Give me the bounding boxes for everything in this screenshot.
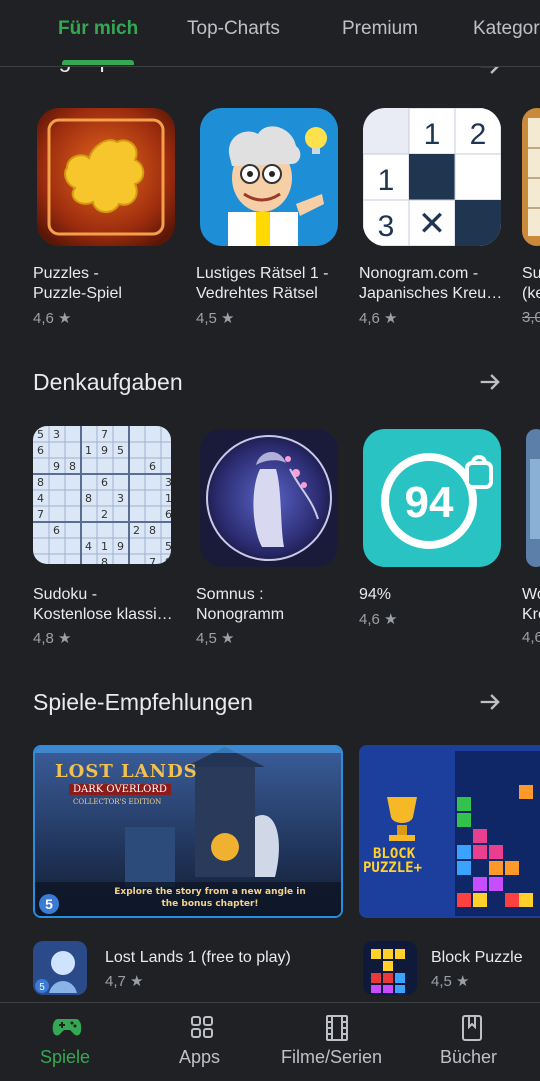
svg-text:9: 9 [53, 460, 60, 473]
app-name-somnus: Somnus : Nonogramm [196, 586, 285, 623]
lost-lands-banner-title: LOST LANDS [55, 761, 198, 782]
app-icon-partial-sudoku[interactable] [522, 108, 540, 246]
feature-card-lost-lands[interactable]: LOST LANDS DARK OVERLORD COLLECTOR'S EDI… [33, 745, 343, 918]
app-rating-sudoku: 4,8 ★ [33, 630, 72, 647]
app-rating-lost-lands: 4,7 ★ [105, 973, 144, 990]
app-name-partial-wo: Wo Kre [522, 586, 540, 623]
top-tab-bar: Für mich Top-Charts Premium Kategorien [0, 0, 540, 67]
tab-fuer-mich[interactable]: Für mich [58, 18, 138, 40]
nav-label-filme-serien: Filme/Serien [281, 1047, 383, 1067]
app-icon-puzzles[interactable] [37, 108, 175, 246]
svg-text:7: 7 [149, 556, 156, 564]
svg-text:5: 5 [117, 444, 124, 457]
nonogram-top-clue-1: 1 [424, 118, 441, 151]
svg-text:8: 8 [149, 524, 156, 537]
nonogram-side-clue-2: 3 [378, 210, 395, 243]
svg-text:4: 4 [85, 540, 92, 553]
active-tab-indicator [62, 60, 134, 65]
svg-text:7: 7 [37, 508, 44, 521]
svg-text:8: 8 [85, 492, 92, 505]
svg-text:7: 7 [101, 428, 108, 441]
block-puzzle-banner-subtitle: PUZZLE+ [363, 860, 423, 876]
lost-lands-small-badge: 5 [39, 982, 45, 993]
app-icon-lustiges-raetsel[interactable] [200, 108, 338, 246]
app-icon-somnus[interactable] [200, 429, 338, 567]
nonogram-top-clue-2: 2 [470, 118, 487, 151]
svg-text:6: 6 [149, 460, 156, 473]
arrow-right-icon[interactable] [476, 368, 504, 396]
section-title-denkaufgaben: Denkaufgaben [33, 369, 183, 395]
app-rating-puzzles: 4,6 ★ [33, 310, 72, 327]
app-icon-block-puzzle-small[interactable] [363, 941, 417, 995]
arrow-right-icon[interactable] [476, 688, 504, 716]
app-name-partial: Su (ke [522, 265, 540, 302]
lost-lands-banner-edition: COLLECTOR'S EDITION [73, 798, 162, 806]
nav-item-apps[interactable]: Apps [135, 1003, 270, 1081]
svg-text:8: 8 [69, 460, 76, 473]
app-name-lost-lands: Lost Lands 1 (free to play) [105, 949, 291, 966]
svg-text:1: 1 [101, 540, 108, 553]
svg-text:3: 3 [165, 476, 171, 489]
svg-text:6: 6 [37, 444, 44, 457]
section-title-spiele-empfehlungen: Spiele-Empfehlungen [33, 689, 253, 715]
nav-item-buecher[interactable]: Bücher [405, 1003, 540, 1081]
tab-kategorien[interactable]: Kategorien [473, 18, 540, 40]
app-name-lustiges-raetsel: Lustiges Rätsel 1 - Vedrehtes Rätsel [196, 265, 329, 302]
app-icon-lost-lands-small[interactable]: 5 [33, 941, 87, 995]
ninety-four-number: 94 [405, 478, 454, 527]
app-name-94-percent: 94% [359, 586, 392, 603]
apps-grid-icon [191, 1016, 213, 1038]
app-rating-somnus: 4,5 ★ [196, 630, 235, 647]
film-icon [326, 1015, 348, 1041]
tab-top-charts[interactable]: Top-Charts [187, 18, 280, 40]
svg-text:3: 3 [53, 428, 60, 441]
gamepad-icon [52, 1019, 82, 1036]
lost-lands-banner-caption: Explore the story from a new angle in th… [114, 887, 306, 909]
feature-card-block-puzzle[interactable]: BLOCK PUZZLE+ [359, 745, 540, 918]
app-icon-94-percent[interactable]: 94 [363, 429, 501, 567]
svg-text:1: 1 [85, 444, 92, 457]
app-name-nonogram: Nonogram.com - Japanisches Kreu… [359, 265, 503, 302]
tab-premium[interactable]: Premium [342, 18, 418, 40]
app-rating-94-percent: 4,6 ★ [359, 611, 398, 628]
bottom-navigation: Spiele Apps Filme/Serien Bücher [0, 1002, 540, 1081]
lost-lands-badge: 5 [39, 894, 59, 914]
app-name-block-puzzle: Block Puzzle [431, 949, 523, 966]
app-rating-partial-wo: 4,6 [522, 629, 540, 646]
svg-text:4: 4 [37, 492, 44, 505]
app-icon-partial-wo[interactable] [526, 429, 540, 567]
nav-item-filme-serien[interactable]: Filme/Serien [270, 1003, 405, 1081]
svg-text:9: 9 [117, 540, 124, 553]
svg-text:3: 3 [117, 492, 124, 505]
app-icon-sudoku[interactable]: 537 6195 986 863 4831 726 628 4195 879 [33, 426, 171, 564]
nav-label-buecher: Bücher [440, 1047, 498, 1067]
svg-text:8: 8 [37, 476, 44, 489]
app-rating-partial: 3,0 [522, 309, 540, 326]
svg-text:2: 2 [101, 508, 108, 521]
svg-text:6: 6 [101, 476, 108, 489]
app-rating-block-puzzle: 4,5 ★ [431, 973, 470, 990]
app-name-sudoku: Sudoku - Kostenlose klassi… [33, 586, 173, 623]
app-rating-nonogram: 4,6 ★ [359, 310, 398, 327]
nav-label-spiele: Spiele [40, 1047, 91, 1067]
svg-text:6: 6 [53, 524, 60, 537]
lost-lands-banner-subtitle: DARK OVERLORD [69, 784, 171, 795]
app-icon-nonogram[interactable]: 1 2 1 3 ✕ [363, 108, 501, 246]
nav-label-apps: Apps [179, 1047, 221, 1067]
nav-item-spiele[interactable]: Spiele [0, 1003, 135, 1081]
app-rating-lustiges-raetsel: 4,5 ★ [196, 310, 235, 327]
svg-text:5: 5 [165, 540, 171, 553]
nonogram-cross-mark: ✕ [418, 204, 447, 244]
svg-text:6: 6 [165, 508, 171, 521]
svg-text:9: 9 [165, 556, 171, 564]
book-icon [462, 1015, 482, 1041]
svg-text:9: 9 [101, 444, 108, 457]
nonogram-side-clue-1: 1 [378, 164, 395, 197]
svg-text:5: 5 [37, 428, 44, 441]
app-name-puzzles: Puzzles - Puzzle-Spiel [33, 265, 122, 302]
svg-text:2: 2 [133, 524, 140, 537]
svg-text:8: 8 [101, 556, 108, 564]
svg-text:1: 1 [165, 492, 171, 505]
